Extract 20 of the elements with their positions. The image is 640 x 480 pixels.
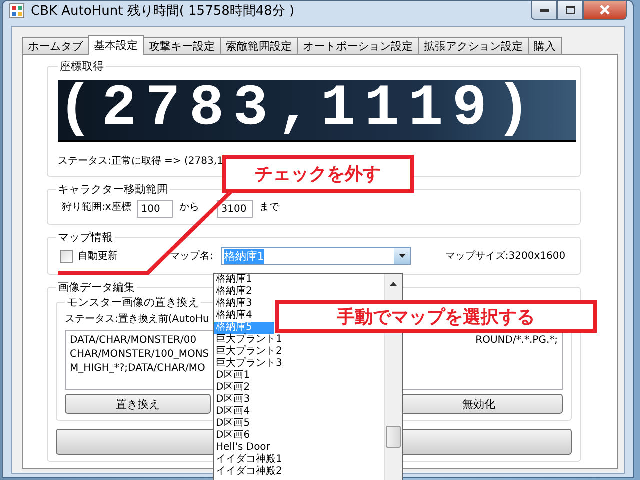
map-name-label: マップ名:: [170, 250, 214, 263]
path-line: M_HIGH_*?;DATA/CHAR/MO: [70, 362, 206, 376]
map-size-label: マップサイズ:3200x1600: [445, 250, 566, 263]
group-legend: 画像データ編集: [56, 280, 137, 295]
path-line: DATA/CHAR/MONSTER/00: [70, 334, 197, 348]
coordinate-display: (2783,1119): [58, 80, 576, 142]
callout-tooltip: 手動でマップを選択する: [275, 300, 597, 333]
window-title: CBK AutoHunt 残り時間( 15758時間48分 ): [31, 2, 296, 20]
group-legend: キャラクター移動範囲: [56, 182, 170, 197]
group-legend: モンスター画像の置き換え: [65, 295, 201, 310]
path-line: CHAR/MONSTER/100_MONS: [70, 348, 210, 362]
group-legend: マップ情報: [56, 230, 115, 245]
group-legend: 座標取得: [58, 59, 106, 74]
range-label: 狩り範囲:x座標: [62, 200, 132, 214]
suffix-label: まで: [259, 201, 280, 214]
callout-tooltip: チェックを外す: [222, 155, 414, 193]
path-line: ROUND/*.*.PG.*;: [476, 334, 558, 348]
status-text: ステータス:置き換え前(AutoHu: [65, 312, 210, 326]
between-label: から: [179, 201, 200, 214]
status-text: ステータス:正常に取得 => (2783,1: [58, 154, 224, 168]
